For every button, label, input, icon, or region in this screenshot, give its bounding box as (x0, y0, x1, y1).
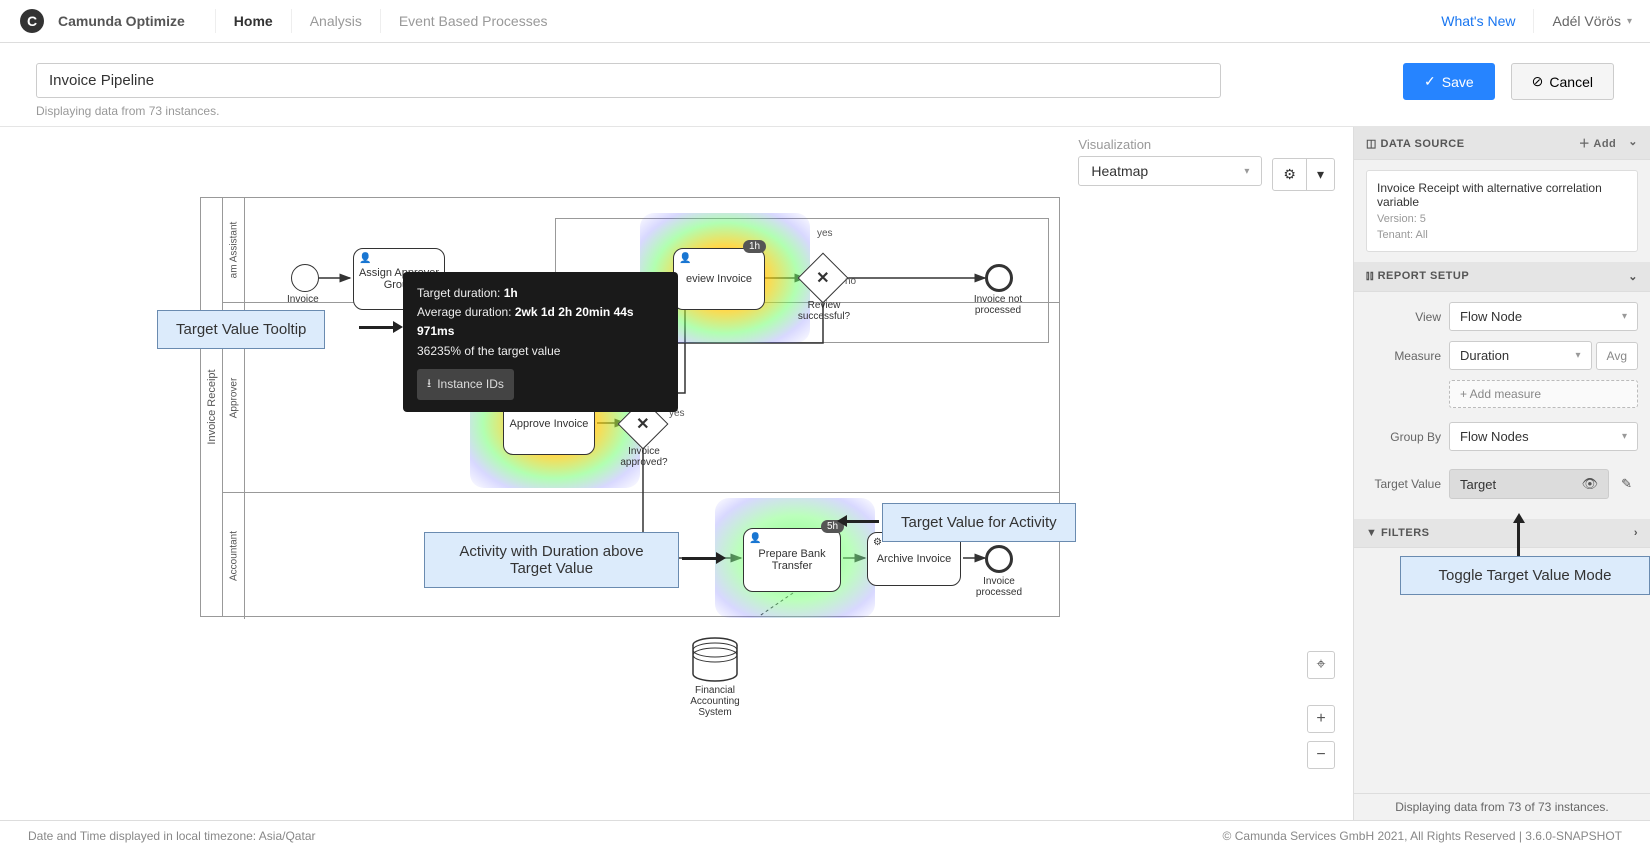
filter-icon: ▼ (1366, 527, 1381, 539)
gateway-label: Invoice approved? (615, 446, 673, 468)
pool-label: Invoice Receipt (206, 369, 218, 444)
chevron-down-icon: ▾ (1317, 166, 1324, 182)
duration-badge: 1h (743, 240, 766, 253)
user-icon: 👤 (679, 253, 691, 264)
nav-home[interactable]: Home (215, 9, 291, 33)
report-subtitle: Displaying data from 73 instances. (36, 104, 1387, 118)
eye-icon[interactable]: 👁 (1582, 476, 1599, 492)
settings-dropdown-button[interactable]: ▾ (1307, 159, 1334, 190)
app-name: Camunda Optimize (58, 13, 185, 29)
data-source-tenant: Tenant: All (1377, 229, 1627, 241)
callout-target-value-tooltip: Target Value Tooltip (157, 310, 325, 349)
start-event-label: Invoice (287, 294, 319, 305)
filters-header[interactable]: ▼ FILTERS › (1354, 519, 1650, 548)
app-header: C Camunda Optimize Home Analysis Event B… (0, 0, 1650, 43)
chevron-down-icon: ▾ (1244, 166, 1249, 177)
end-event-label: Invoice processed (971, 576, 1027, 598)
chevron-down-icon: ▾ (1627, 16, 1632, 27)
end-event-processed[interactable] (985, 545, 1013, 573)
lane-label: Approver (228, 377, 239, 418)
data-source-header[interactable]: ◫ DATA SOURCE ＋ Add ⌄ (1354, 127, 1650, 160)
user-name: Adél Vörös (1552, 13, 1620, 29)
visualization-select[interactable]: Heatmap ▾ (1078, 156, 1262, 186)
report-title-input[interactable] (36, 63, 1221, 98)
save-button[interactable]: Save (1403, 63, 1495, 100)
callout-activity-above-target: Activity with Duration above Target Valu… (424, 532, 679, 588)
add-data-source-button[interactable]: ＋ Add (1579, 135, 1617, 151)
datastore-icon (690, 637, 740, 682)
plus-icon: ＋ (1579, 138, 1591, 150)
whats-new-link[interactable]: What's New (1441, 13, 1515, 29)
edit-icon[interactable]: ✎ (1621, 476, 1632, 492)
chevron-right-icon[interactable]: › (1634, 527, 1638, 539)
task-prepare-bank-transfer[interactable]: 👤 Prepare Bank Transfer (743, 528, 841, 592)
report-setup-header[interactable]: ⫾⫾ REPORT SETUP ⌄ (1354, 262, 1650, 292)
aggregation-select[interactable]: Avg (1596, 342, 1638, 370)
measure-select[interactable]: Duration▾ (1449, 341, 1592, 370)
end-event-label: Invoice not processed (967, 294, 1029, 316)
target-value-label: Target Value (1366, 477, 1441, 491)
report-toolbar: Displaying data from 73 instances. Save … (0, 43, 1650, 126)
task-review-invoice[interactable]: 👤 eview Invoice (673, 248, 765, 310)
chart-icon: ⫾⫾ (1366, 270, 1378, 282)
user-menu[interactable]: Adél Vörös ▾ (1533, 9, 1632, 33)
target-value-tooltip: Target duration: 1h Average duration: 2w… (403, 272, 678, 412)
app-footer: Date and Time displayed in local timezon… (0, 820, 1650, 850)
callout-toggle-target-value: Toggle Target Value Mode (1400, 556, 1650, 595)
instance-ids-button[interactable]: ⭳ Instance IDs (417, 369, 514, 400)
download-icon: ⭳ (427, 374, 431, 395)
data-source-version: Version: 5 (1377, 213, 1627, 225)
view-select[interactable]: Flow Node▾ (1449, 302, 1638, 331)
copyright: © Camunda Services GmbH 2021, All Rights… (1223, 829, 1622, 843)
diagram-canvas[interactable]: Visualization Heatmap ▾ ⚙ ▾ Invoice Rece… (0, 127, 1353, 819)
minus-icon: − (1316, 746, 1325, 764)
data-source-card[interactable]: Invoice Receipt with alternative correla… (1366, 170, 1638, 252)
visualization-label: Visualization (1078, 137, 1262, 152)
gear-icon: ⚙ (873, 537, 882, 548)
config-panel: ◫ DATA SOURCE ＋ Add ⌄ Invoice Receipt wi… (1353, 127, 1650, 819)
gear-icon: ⚙ (1283, 166, 1296, 182)
target-value-toggle[interactable]: Target 👁 (1449, 469, 1609, 499)
datasource-icon: ◫ (1366, 138, 1380, 150)
gateway-label: Review successful? (793, 300, 855, 322)
chevron-down-icon[interactable]: ⌄ (1628, 270, 1638, 283)
settings-gear-button[interactable]: ⚙ (1273, 159, 1307, 190)
user-icon: 👤 (749, 533, 761, 544)
group-by-label: Group By (1366, 430, 1441, 444)
chevron-down-icon[interactable]: ⌄ (1628, 135, 1638, 151)
lane-label: Accountant (228, 531, 239, 581)
chevron-down-icon: ▾ (1576, 350, 1581, 361)
user-icon: 👤 (359, 253, 371, 264)
panel-instance-count: Displaying data from 73 of 73 instances. (1353, 793, 1650, 820)
target-icon: ⌖ (1316, 656, 1325, 674)
chevron-down-icon: ▾ (1622, 431, 1627, 442)
group-by-select[interactable]: Flow Nodes▾ (1449, 422, 1638, 451)
cancel-button[interactable]: Cancel (1511, 63, 1614, 100)
diagram-fit-button[interactable]: ⌖ (1307, 651, 1335, 679)
timezone-info: Date and Time displayed in local timezon… (28, 829, 315, 843)
nav-event-based[interactable]: Event Based Processes (380, 9, 566, 33)
plus-icon: + (1316, 710, 1325, 728)
datastore-label: Financial Accounting System (674, 685, 756, 718)
nav-analysis[interactable]: Analysis (291, 9, 380, 33)
chevron-down-icon: ▾ (1622, 311, 1627, 322)
start-event[interactable] (291, 264, 319, 292)
measure-label: Measure (1366, 349, 1441, 363)
lane-label: am Assistant (228, 222, 239, 279)
add-measure-button[interactable]: + Add measure (1449, 380, 1638, 408)
end-event-not-processed[interactable] (985, 264, 1013, 292)
diagram-zoom-out-button[interactable]: − (1307, 741, 1335, 769)
app-logo: C (20, 9, 44, 33)
diagram-zoom-in-button[interactable]: + (1307, 705, 1335, 733)
callout-target-value-activity: Target Value for Activity (882, 503, 1076, 542)
data-source-name: Invoice Receipt with alternative correla… (1377, 181, 1627, 209)
view-label: View (1366, 310, 1441, 324)
